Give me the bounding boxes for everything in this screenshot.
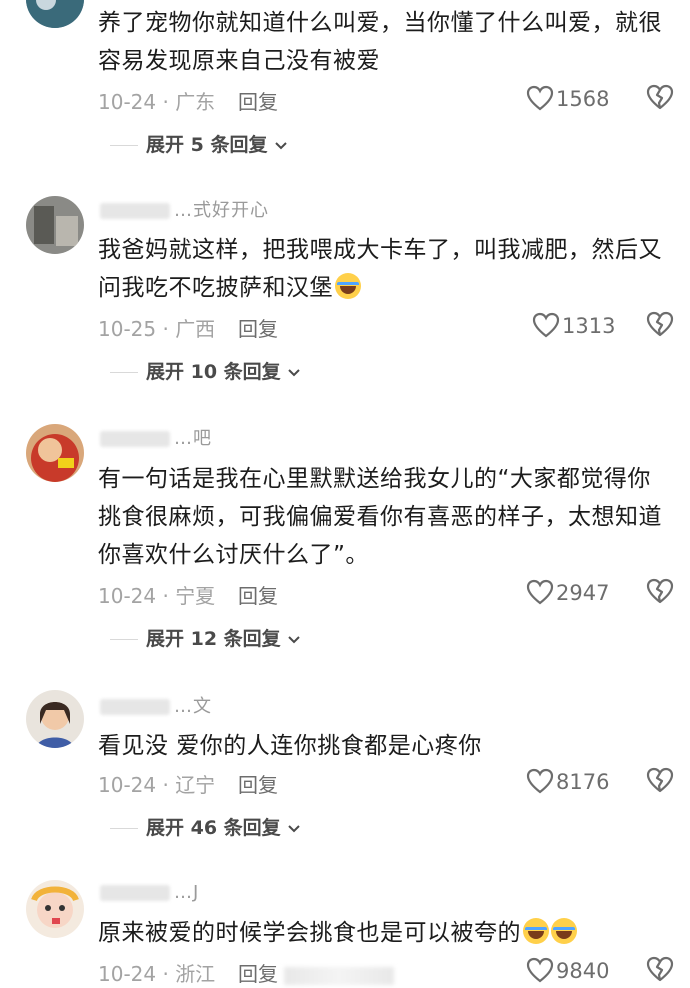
dislike-button[interactable] <box>646 84 674 115</box>
like-button[interactable]: 2947 <box>526 579 609 605</box>
username-text: …吧 <box>174 428 212 449</box>
dislike-button[interactable] <box>646 578 674 609</box>
broken-heart-icon <box>646 956 674 982</box>
expand-replies-label: 展开 12 条回复 <box>146 628 281 650</box>
reply-button[interactable]: 回复 <box>238 313 278 342</box>
dislike-button[interactable] <box>646 956 674 987</box>
divider <box>110 372 138 373</box>
broken-heart-icon <box>646 767 674 793</box>
avatar[interactable] <box>26 196 84 254</box>
comment-meta: 10-24 · 宁夏 回复 2947 <box>98 578 674 610</box>
date-location: 10-24 · 宁夏 <box>98 584 216 608</box>
dislike-button[interactable] <box>646 311 674 342</box>
username[interactable]: …J <box>100 882 199 903</box>
comment-text: 养了宠物你就知道什么叫爱，当你懂了什么叫爱，就很容易发现原来自己没有被爱 <box>98 10 662 74</box>
username-text: …文 <box>174 696 212 717</box>
date-location: 10-24 · 广东 <box>98 90 216 114</box>
expand-replies-label: 展开 46 条回复 <box>146 817 281 839</box>
crying-face-emoji-icon <box>523 918 549 944</box>
broken-heart-icon <box>646 311 674 337</box>
blurred-area <box>284 966 394 985</box>
heart-outline-icon <box>526 579 554 605</box>
avatar[interactable] <box>26 0 84 28</box>
like-button[interactable]: 9840 <box>526 957 609 983</box>
expand-replies-button[interactable]: 展开 12 条回复 <box>110 624 301 651</box>
like-button[interactable]: 1568 <box>526 85 609 111</box>
expand-replies-button[interactable]: 展开 46 条回复 <box>110 813 301 840</box>
comment-meta: 10-24 · 浙江 回复 9840 <box>98 956 674 988</box>
comment-text-content: 我爸妈就这样，把我喂成大卡车了，叫我减肥，然后又问我吃不吃披萨和汉堡 <box>98 237 662 301</box>
reply-button[interactable]: 回复 <box>238 580 278 609</box>
broken-heart-icon <box>646 578 674 604</box>
date-location: 10-24 · 浙江 <box>98 962 216 986</box>
chevron-down-icon <box>288 825 301 833</box>
like-button[interactable]: 8176 <box>526 768 609 794</box>
reply-button[interactable]: 回复 <box>238 958 394 987</box>
username[interactable]: …式好开心 <box>100 196 269 222</box>
blurred-username <box>100 885 170 901</box>
chevron-down-icon <box>288 369 301 377</box>
reply-button[interactable]: 回复 <box>238 86 278 115</box>
divider <box>110 639 138 640</box>
broken-heart-icon <box>646 84 674 110</box>
username-text: …式好开心 <box>174 200 269 221</box>
blurred-username <box>100 203 170 219</box>
comment-text: 有一句话是我在心里默默送给我女儿的“大家都觉得你挑食很麻烦，可我偏偏爱看你有喜恶… <box>98 466 662 568</box>
expand-replies-button[interactable]: 展开 5 条回复 <box>110 130 288 157</box>
username[interactable]: …文 <box>100 692 212 718</box>
like-count: 8176 <box>556 770 610 794</box>
blurred-username <box>100 699 170 715</box>
like-button[interactable]: 1313 <box>532 312 615 338</box>
comment-text: 我爸妈就这样，把我喂成大卡车了，叫我减肥，然后又问我吃不吃披萨和汉堡 <box>98 231 670 307</box>
crying-face-emoji-icon <box>551 918 577 944</box>
comment-meta: 10-24 · 广东 回复 1568 <box>98 84 674 116</box>
avatar[interactable] <box>26 424 84 482</box>
expand-replies-label: 展开 5 条回复 <box>146 134 268 156</box>
expand-replies-button[interactable]: 展开 10 条回复 <box>110 357 301 384</box>
reply-label: 回复 <box>238 962 278 986</box>
date-location: 10-24 · 辽宁 <box>98 773 216 797</box>
divider <box>110 145 138 146</box>
username-text: …J <box>174 882 200 903</box>
chevron-down-icon <box>288 636 301 644</box>
comment-meta: 10-25 · 广西 回复 1313 <box>98 311 674 343</box>
username[interactable]: …吧 <box>100 424 212 450</box>
date-location: 10-25 · 广西 <box>98 317 216 341</box>
comment-text: 原来被爱的时候学会挑食也是可以被夸的 <box>98 914 670 952</box>
heart-outline-icon <box>532 312 560 338</box>
comment-meta: 10-24 · 辽宁 回复 8176 <box>98 767 674 799</box>
blurred-username <box>100 431 170 447</box>
like-count: 2947 <box>556 581 610 605</box>
reply-button[interactable]: 回复 <box>238 769 278 798</box>
divider <box>110 828 138 829</box>
comment-text: 看见没 爱你的人连你挑食都是心疼你 <box>98 733 482 759</box>
like-count: 9840 <box>556 959 610 983</box>
laughing-tears-emoji-icon <box>335 273 361 299</box>
heart-outline-icon <box>526 957 554 983</box>
dislike-button[interactable] <box>646 767 674 798</box>
heart-outline-icon <box>526 85 554 111</box>
avatar[interactable] <box>26 880 84 938</box>
chevron-down-icon <box>275 142 287 150</box>
like-count: 1313 <box>562 314 616 338</box>
like-count: 1568 <box>556 87 610 111</box>
comment-text-content: 原来被爱的时候学会挑食也是可以被夸的 <box>98 920 521 946</box>
heart-outline-icon <box>526 768 554 794</box>
avatar[interactable] <box>26 690 84 748</box>
expand-replies-label: 展开 10 条回复 <box>146 361 281 383</box>
